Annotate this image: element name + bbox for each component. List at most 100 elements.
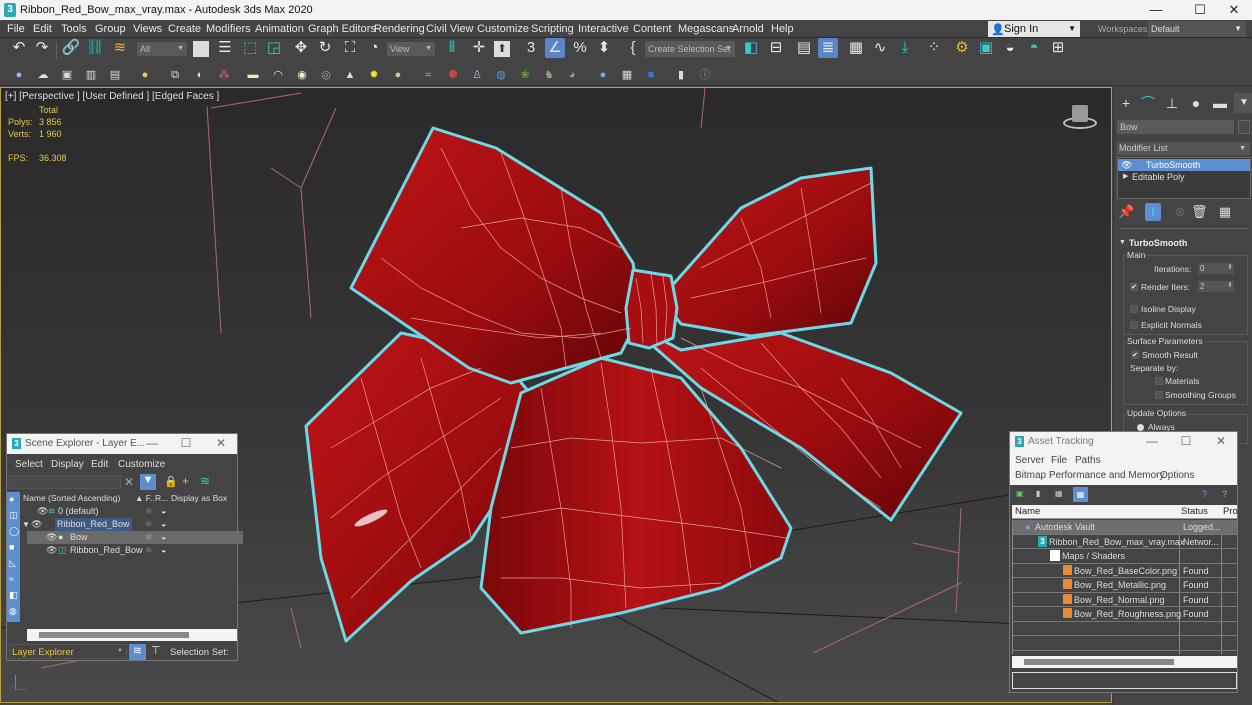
- cone-icon[interactable]: ▲: [342, 67, 358, 83]
- schematic-icon[interactable]: ⤓: [895, 38, 915, 58]
- help-icon[interactable]: ⓘ: [697, 67, 713, 83]
- workspace-select[interactable]: Default ▼: [1148, 21, 1246, 37]
- freeze-icon[interactable]: ❄: [145, 544, 153, 557]
- spinner-arrows-icon[interactable]: ⬍: [1227, 280, 1233, 291]
- disc-icon[interactable]: ●: [390, 67, 406, 83]
- select-object-icon[interactable]: [193, 41, 209, 57]
- hierarchy-mode-icon[interactable]: ⊤: [151, 644, 161, 657]
- isoline-display-checkbox[interactable]: [1130, 305, 1138, 313]
- make-unique-icon[interactable]: ⊗: [1172, 203, 1188, 221]
- menu-edit[interactable]: Edit: [91, 459, 108, 470]
- modifier-list-dropdown[interactable]: Modifier List ▼: [1117, 142, 1250, 155]
- hierarchy-tab-icon[interactable]: ⊥: [1162, 93, 1182, 113]
- scale-icon[interactable]: ⛶: [340, 38, 360, 58]
- minimize-button[interactable]: —: [141, 436, 163, 450]
- menu-content[interactable]: Content: [633, 23, 672, 35]
- move-icon[interactable]: ✥: [291, 38, 311, 58]
- path-field[interactable]: [1012, 672, 1237, 689]
- curve-editor-icon[interactable]: ∿: [870, 38, 890, 58]
- maximize-button[interactable]: ☐: [175, 436, 197, 450]
- menu-server[interactable]: Server: [1015, 455, 1044, 466]
- clear-search-icon[interactable]: ✕: [124, 475, 134, 489]
- column-display-as-box[interactable]: Display as Box: [171, 493, 227, 503]
- menu-arnold[interactable]: Arnold: [732, 23, 764, 35]
- selection-set-dropdown[interactable]: Create Selection Set ▼: [645, 41, 735, 57]
- viewport-layout-icon[interactable]: ⊞: [1048, 38, 1068, 58]
- freeze-icon[interactable]: ❄: [145, 518, 153, 531]
- column-proxy[interactable]: Pro: [1223, 506, 1238, 517]
- vault-login-icon[interactable]: ?: [1202, 489, 1207, 499]
- smooth-result-checkbox[interactable]: ✔: [1131, 351, 1139, 359]
- column-name[interactable]: Name: [1015, 506, 1040, 517]
- configure-sets-icon[interactable]: ▦: [1217, 203, 1233, 221]
- viewcube[interactable]: [1061, 103, 1099, 133]
- rollout-title[interactable]: TurboSmooth: [1129, 238, 1187, 248]
- rect-selection-icon[interactable]: ⬚: [240, 38, 260, 58]
- list-view-icon[interactable]: ▣: [1016, 489, 1024, 498]
- percent-snap-icon[interactable]: %: [570, 38, 590, 58]
- dome-icon[interactable]: ◠: [270, 67, 286, 83]
- explicit-normals-checkbox[interactable]: [1130, 321, 1138, 329]
- sphere-blue-icon[interactable]: ●: [595, 67, 611, 83]
- render-teapot-icon[interactable]: ◒: [161, 531, 166, 544]
- utilities-tab-icon[interactable]: ▼: [1234, 93, 1252, 113]
- menu-tools[interactable]: Tools: [61, 23, 87, 35]
- render-iters-checkbox[interactable]: ✔: [1130, 283, 1138, 291]
- layer-explorer-icon[interactable]: ≣: [818, 38, 838, 58]
- column-status[interactable]: Status: [1181, 506, 1208, 517]
- redo-icon[interactable]: ↷: [32, 38, 52, 58]
- panel2-icon[interactable]: ▥: [83, 67, 99, 83]
- minimize-button[interactable]: —: [1142, 2, 1170, 18]
- display-groups-icon[interactable]: ◧: [9, 590, 18, 601]
- align-icon[interactable]: ⊟: [766, 38, 786, 58]
- camera-icon[interactable]: ⧉: [167, 67, 183, 83]
- expand-arrow-icon[interactable]: ▶: [1123, 171, 1128, 183]
- globe-icon[interactable]: ◍: [493, 67, 509, 83]
- rotate-icon[interactable]: ↻: [315, 38, 335, 58]
- menu-select[interactable]: Select: [15, 459, 43, 470]
- asset-row[interactable]: Bow_Red_Normal.png Found: [1013, 593, 1237, 607]
- display-shapes-icon[interactable]: ◫: [9, 510, 18, 521]
- menu-paths[interactable]: Paths: [1075, 455, 1101, 466]
- asset-row[interactable]: Bow_Red_Metallic.png Found: [1013, 578, 1237, 593]
- render-region-icon[interactable]: ▦: [619, 67, 635, 83]
- sphere-half-icon[interactable]: ◐: [192, 67, 208, 83]
- render-teapot-icon[interactable]: ◒: [161, 518, 166, 531]
- stack-item-editable-poly[interactable]: ▶ Editable Poly: [1118, 171, 1250, 183]
- render-icon[interactable]: ◒: [1000, 38, 1020, 58]
- scrollbar-thumb[interactable]: [39, 632, 189, 638]
- asset-tracking-titlebar[interactable]: 3 Asset Tracking — ☐ ✕: [1010, 432, 1237, 452]
- eye-icon[interactable]: 👁: [46, 544, 57, 557]
- tree-view-icon[interactable]: ▮: [1036, 489, 1040, 498]
- display-lights-icon[interactable]: ◯: [9, 526, 19, 537]
- layers-icon[interactable]: ≋: [200, 474, 210, 488]
- motion-tab-icon[interactable]: ●: [1186, 93, 1206, 113]
- explorer-type-dropdown[interactable]: Layer Explorer ▼: [9, 644, 127, 659]
- panel-icon[interactable]: ▣: [59, 67, 75, 83]
- selection-filter-dropdown[interactable]: All ▼: [137, 42, 187, 56]
- asset-row[interactable]: ● Autodesk Vault Logged...: [1013, 520, 1237, 535]
- column-render[interactable]: R...: [155, 493, 168, 503]
- close-button[interactable]: ✕: [1220, 2, 1248, 18]
- object-color-swatch[interactable]: [1238, 120, 1250, 134]
- bones-icon[interactable]: ⚈: [445, 67, 461, 83]
- minimize-button[interactable]: —: [1141, 434, 1163, 448]
- snap-3d-icon[interactable]: 3: [521, 38, 541, 58]
- menu-views[interactable]: Views: [133, 23, 162, 35]
- scene-row-selected[interactable]: 👁 ● Bow ❄ ◒: [27, 531, 243, 544]
- light-icon[interactable]: ●: [137, 67, 153, 83]
- asset-row[interactable]: Bow_Red_BaseColor.png Found: [1013, 564, 1237, 578]
- menu-rendering[interactable]: Rendering: [374, 23, 425, 35]
- render-iters-spinner[interactable]: 2 ⬍: [1198, 281, 1234, 292]
- asset-row[interactable]: Bow_Red_Roughness.png Found: [1013, 607, 1237, 622]
- select-by-name-icon[interactable]: ☰: [215, 38, 235, 58]
- render-setup-icon[interactable]: ⚙: [952, 38, 972, 58]
- menu-graph-editors[interactable]: Graph Editors: [308, 23, 376, 35]
- menu-edit[interactable]: Edit: [33, 23, 52, 35]
- menu-help[interactable]: Help: [771, 23, 794, 35]
- cube-blue-icon[interactable]: ■: [643, 67, 659, 83]
- pivot-center-icon[interactable]: ⫴: [442, 38, 462, 58]
- menu-options[interactable]: Options: [1160, 470, 1194, 481]
- object-name-field[interactable]: Bow: [1117, 120, 1234, 134]
- select-manipulate-icon[interactable]: ✛: [469, 38, 489, 58]
